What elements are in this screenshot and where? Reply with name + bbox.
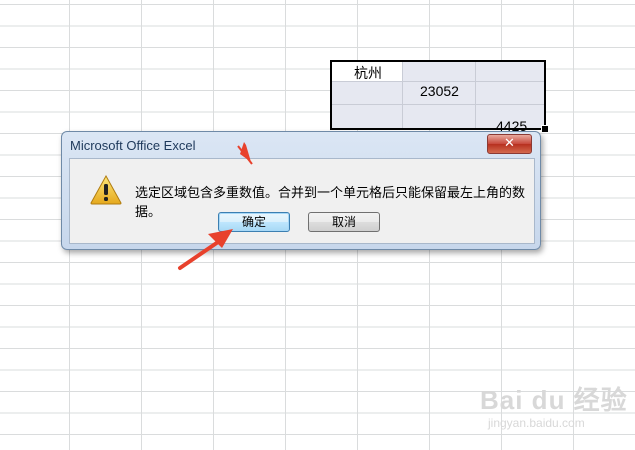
close-button[interactable]: ✕ [487,134,532,154]
warning-icon [90,175,122,205]
dialog-title: Microsoft Office Excel [70,138,196,153]
dialog-body: 选定区域包含多重数值。合并到一个单元格后只能保留最左上角的数据。 确定 取消 [69,158,535,244]
cell-23052[interactable]: 23052 [420,83,459,99]
fill-handle[interactable] [541,125,549,133]
cell-hangzhou[interactable]: 杭州 [354,63,382,83]
watermark-url: jingyan.baidu.com [488,416,585,430]
baidu-jingyan-watermark: Bai du 经验 jingyan.baidu.com [480,380,630,440]
ok-button[interactable]: 确定 [218,212,290,232]
merge-warning-dialog: Microsoft Office Excel ✕ 选定区域包含多重数值。合并到一… [61,131,541,250]
cancel-button[interactable]: 取消 [308,212,380,232]
watermark-logo: Bai du 经验 [480,385,628,415]
selected-range[interactable]: 杭州 23052 4425 [330,60,546,134]
